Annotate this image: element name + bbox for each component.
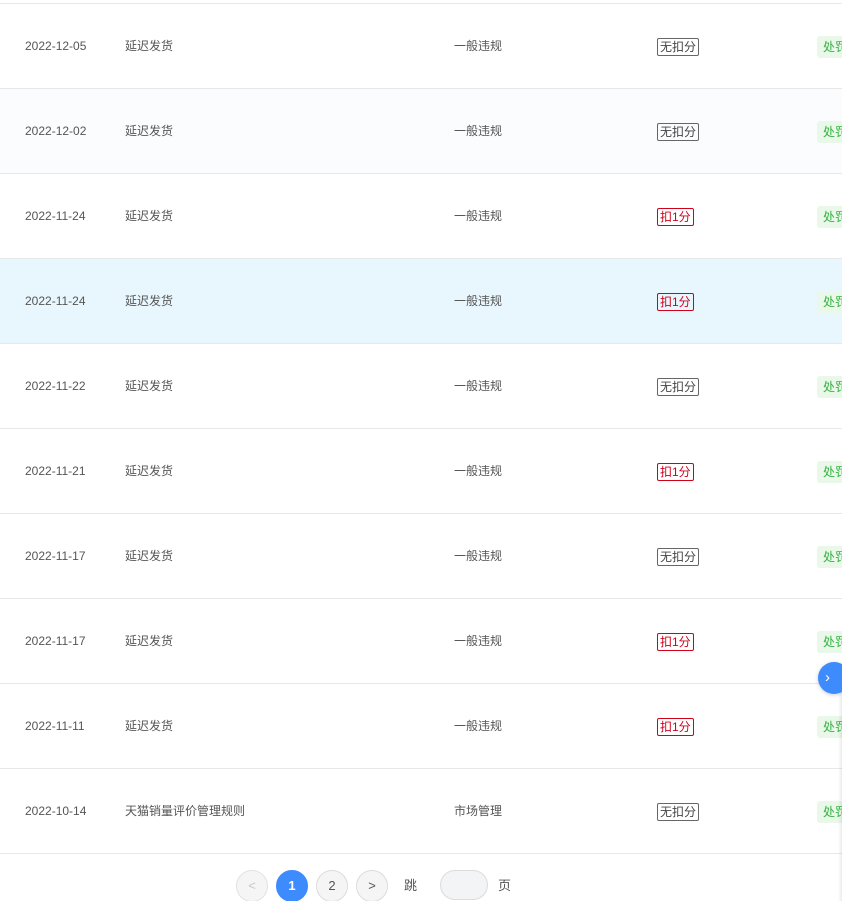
score-cell: 扣1分 [657, 684, 694, 768]
status-cell: 处罚 [817, 4, 842, 88]
score-tag: 无扣分 [657, 377, 700, 396]
date-cell: 2022-11-17 [25, 549, 86, 563]
score-tag: 无扣分 [657, 802, 700, 821]
table-row: 2022-10-14 天猫销量评价管理规则 市场管理 无扣分 处罚 [0, 769, 842, 854]
violation-type-cell: 延迟发货 [125, 39, 174, 53]
page-button-1[interactable]: 1 [276, 870, 308, 901]
status-cell: 处罚 [817, 514, 842, 598]
violation-category-cell: 一般违规 [454, 124, 503, 138]
score-cell: 扣1分 [657, 599, 694, 683]
violation-type-cell: 延迟发货 [125, 294, 174, 308]
score-cell: 无扣分 [657, 89, 700, 173]
status-badge: 处罚 [817, 545, 842, 568]
status-cell: 处罚 [817, 259, 842, 343]
violation-category-cell: 一般违规 [454, 549, 503, 563]
status-cell: 处罚 [817, 89, 842, 173]
violation-category-cell: 一般违规 [454, 719, 503, 733]
score-cell: 无扣分 [657, 344, 700, 428]
violation-type-cell: 延迟发货 [125, 634, 174, 648]
date-cell: 2022-11-21 [25, 464, 86, 478]
score-tag: 无扣分 [657, 37, 700, 56]
score-tag: 扣1分 [657, 462, 694, 481]
violation-category-cell: 一般违规 [454, 209, 503, 223]
violation-category-cell: 一般违规 [454, 39, 503, 53]
violation-category-cell: 一般违规 [454, 634, 503, 648]
table-row: 2022-11-21 延迟发货 一般违规 扣1分 处罚 [0, 429, 842, 514]
score-tag: 扣1分 [657, 632, 694, 651]
score-cell: 无扣分 [657, 769, 700, 853]
table-row: 2022-11-24 延迟发货 一般违规 扣1分 处罚 [0, 259, 842, 344]
status-badge: 处罚 [817, 375, 842, 398]
violation-type-cell: 延迟发货 [125, 379, 174, 393]
jump-page-input[interactable] [440, 870, 488, 900]
prev-page-button[interactable]: < [236, 870, 268, 901]
date-cell: 2022-11-11 [25, 719, 85, 733]
date-cell: 2022-11-17 [25, 634, 86, 648]
next-page-button[interactable]: > [356, 870, 388, 901]
jump-to-label: 跳至 [404, 878, 418, 893]
date-cell: 2022-12-02 [25, 124, 87, 138]
status-badge: 处罚 [817, 460, 842, 483]
score-cell: 扣1分 [657, 429, 694, 513]
status-cell: 处罚 [817, 344, 842, 428]
score-tag: 无扣分 [657, 122, 700, 141]
score-cell: 扣1分 [657, 259, 694, 343]
status-badge: 处罚 [817, 120, 842, 143]
score-tag: 无扣分 [657, 547, 700, 566]
violation-type-cell: 延迟发货 [125, 549, 174, 563]
date-cell: 2022-10-14 [25, 804, 87, 818]
table-row: 2022-12-05 延迟发货 一般违规 无扣分 处罚 [0, 4, 842, 89]
violation-type-cell: 延迟发货 [125, 209, 174, 223]
table-row: 2022-11-17 延迟发货 一般违规 无扣分 处罚 [0, 514, 842, 599]
table-row: 2022-11-22 延迟发货 一般违规 无扣分 处罚 [0, 344, 842, 429]
score-tag: 扣1分 [657, 207, 694, 226]
violation-type-cell: 延迟发货 [125, 719, 174, 733]
violation-records-page: 2022-12-05 延迟发货 一般违规 无扣分 处罚 2022-12-02 延… [0, 0, 842, 901]
chevron-right-icon: › [825, 669, 830, 686]
date-cell: 2022-11-24 [25, 209, 86, 223]
status-badge: 处罚 [817, 35, 842, 58]
table-row: 2022-11-11 延迟发货 一般违规 扣1分 处罚 [0, 684, 842, 769]
violation-category-cell: 市场管理 [454, 804, 503, 818]
score-cell: 无扣分 [657, 4, 700, 88]
page-button-2[interactable]: 2 [316, 870, 348, 901]
page-suffix-label: 页 [498, 878, 512, 893]
violation-type-cell: 天猫销量评价管理规则 [125, 804, 246, 818]
status-badge: 处罚 [817, 630, 842, 653]
side-panel-edge [838, 690, 842, 901]
score-cell: 扣1分 [657, 174, 694, 258]
score-cell: 无扣分 [657, 514, 700, 598]
date-cell: 2022-11-22 [25, 379, 86, 393]
violation-type-cell: 延迟发货 [125, 464, 174, 478]
score-tag: 扣1分 [657, 717, 694, 736]
status-badge: 处罚 [817, 290, 842, 313]
table-row: 2022-11-24 延迟发货 一般违规 扣1分 处罚 [0, 174, 842, 259]
status-cell: 处罚 [817, 429, 842, 513]
status-cell: 处罚 [817, 174, 842, 258]
violation-type-cell: 延迟发货 [125, 124, 174, 138]
status-badge: 处罚 [817, 205, 842, 228]
date-cell: 2022-11-24 [25, 294, 86, 308]
table-row: 2022-12-02 延迟发货 一般违规 无扣分 处罚 [0, 89, 842, 174]
violation-category-cell: 一般违规 [454, 294, 503, 308]
table-row: 2022-11-17 延迟发货 一般违规 扣1分 处罚 [0, 599, 842, 684]
score-tag: 扣1分 [657, 292, 694, 311]
date-cell: 2022-12-05 [25, 39, 87, 53]
side-panel-toggle-button[interactable]: › [818, 662, 842, 694]
violation-table: 2022-12-05 延迟发货 一般违规 无扣分 处罚 2022-12-02 延… [0, 3, 842, 854]
violation-category-cell: 一般违规 [454, 379, 503, 393]
violation-category-cell: 一般违规 [454, 464, 503, 478]
